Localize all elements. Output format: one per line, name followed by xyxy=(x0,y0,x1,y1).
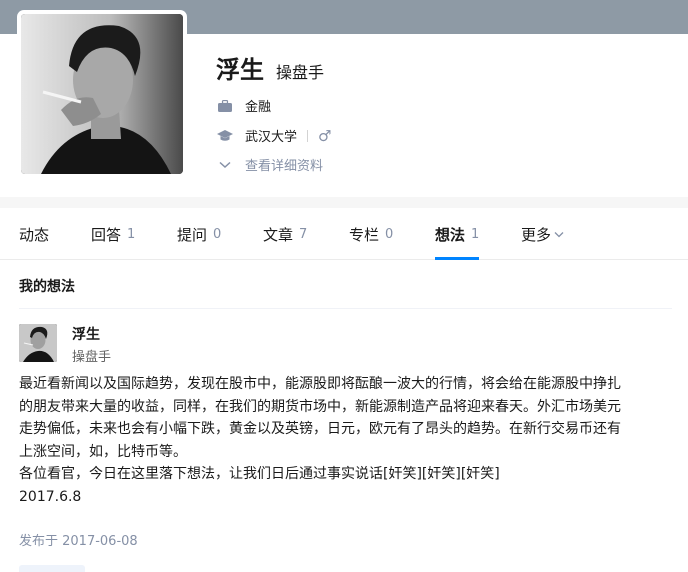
chevron-down-icon xyxy=(216,156,234,174)
profile-education-row: 武汉大学 ♂ xyxy=(216,126,331,145)
tab-label: 动态 xyxy=(19,225,50,244)
profile-school: 武汉大学 xyxy=(245,130,298,145)
profile-name: 浮生 xyxy=(216,56,264,84)
profile-name-row: 浮生 操盘手 xyxy=(216,50,324,85)
tab-label: 更多 xyxy=(521,225,552,244)
tab-label: 文章 xyxy=(263,225,294,244)
post-line: 各位看官，今日在这里落下想法，让我们日后通过事实说话[奸笑][奸笑][奸笑] xyxy=(19,466,500,482)
avatar[interactable] xyxy=(21,14,183,174)
tab-answers[interactable]: 回答 1 xyxy=(91,208,135,260)
post-line: 最近看新闻以及国际趋势，发现在股市中，能源股即将酝酿一波大的行情，将会给在能源股… xyxy=(19,376,621,392)
tab-count: 0 xyxy=(213,226,222,242)
post-body: 最近看新闻以及国际趋势，发现在股市中，能源股即将酝酿一波大的行情，将会给在能源股… xyxy=(19,373,674,508)
post-line: 走势偏低，未来也会有小幅下跌，黄金以及英镑，日元，欧元有了昂头的趋势。在新行交易… xyxy=(19,421,621,437)
tab-count: 0 xyxy=(385,226,394,242)
tab-count: 7 xyxy=(299,226,308,242)
tab-label: 专栏 xyxy=(349,225,380,244)
profile-headline: 操盘手 xyxy=(276,63,325,82)
tab-questions[interactable]: 提问 0 xyxy=(177,208,221,260)
chevron-down-icon xyxy=(554,231,564,238)
tab-count: 1 xyxy=(127,226,136,242)
profile-industry: 金融 xyxy=(245,100,272,115)
male-gender-icon: ♂ xyxy=(318,126,332,145)
view-details-link[interactable]: 查看详细资料 xyxy=(245,155,323,174)
tab-columns[interactable]: 专栏 0 xyxy=(349,208,393,260)
section-title: 我的想法 xyxy=(19,279,75,295)
tab-count: 1 xyxy=(471,226,480,242)
tab-label: 提问 xyxy=(177,225,208,244)
post-line: 上涨空间，如，比特币等。 xyxy=(19,443,187,460)
post-line: 的朋友带来大量的收益，同样，在我们的期货市场中，新能源制造产品将迎来春天。外汇市… xyxy=(19,398,621,415)
tab-articles[interactable]: 文章 7 xyxy=(263,208,307,260)
info-separator xyxy=(307,129,309,142)
post-published-date[interactable]: 发布于 2017-06-08 xyxy=(19,530,138,549)
graduation-cap-icon xyxy=(216,127,234,145)
tab-label: 想法 xyxy=(435,225,466,244)
profile-detail-row[interactable]: 查看详细资料 xyxy=(216,155,323,174)
post-author-avatar[interactable] xyxy=(19,324,57,362)
tab-activity[interactable]: 动态 xyxy=(19,208,49,260)
profile-tabs: 动态 回答 1 提问 0 文章 7 专栏 0 想法 1 更多 xyxy=(0,208,688,260)
thoughts-panel: 我的想法 浮生 操盘手 最近看新闻以及国际趋势，发现在股市中，能源股即将酝酿一波… xyxy=(0,260,688,572)
profile-industry-row: 金融 xyxy=(216,96,271,115)
post-author-name[interactable]: 浮生 xyxy=(72,324,100,344)
tab-label: 回答 xyxy=(91,225,122,244)
post-author-headline: 操盘手 xyxy=(72,350,112,365)
post-line: 2017.6.8 xyxy=(19,488,82,505)
tab-more[interactable]: 更多 xyxy=(521,208,564,260)
post-action-button[interactable] xyxy=(19,565,85,572)
briefcase-icon xyxy=(216,97,234,115)
section-divider xyxy=(19,308,672,309)
tab-thoughts[interactable]: 想法 1 xyxy=(435,208,480,260)
profile-avatar-frame xyxy=(17,10,187,178)
